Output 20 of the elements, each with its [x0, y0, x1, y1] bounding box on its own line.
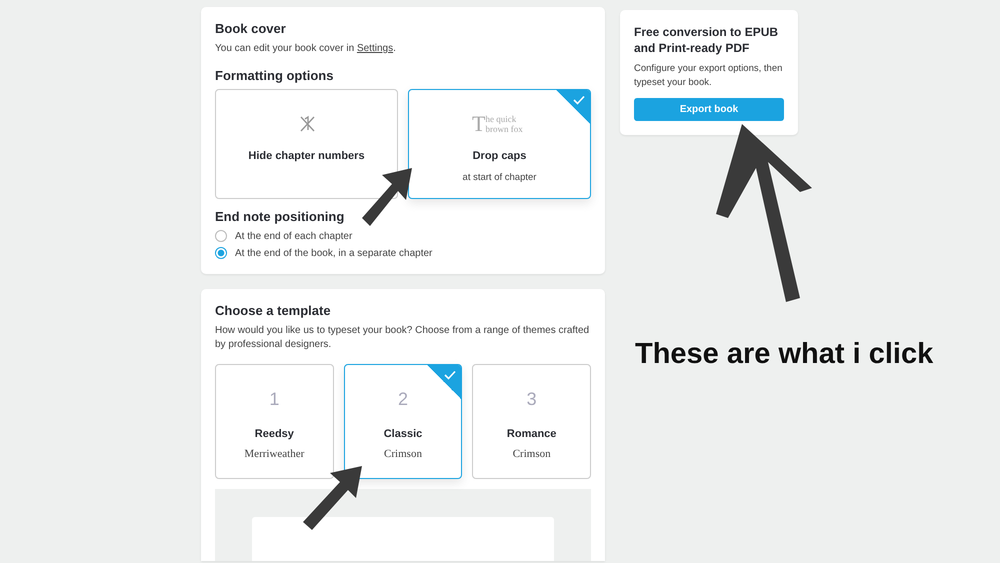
description-text: You can edit your book cover in Settings. — [215, 42, 397, 56]
section-title: End note positioning — [215, 209, 346, 224]
section-title: Book cover — [215, 21, 287, 36]
section-title: Formatting options — [215, 68, 334, 83]
export-title: Free conversion to EPUB and Print-ready PDF — [634, 24, 780, 56]
export-description: Configure your export options, then typeset your book. — [634, 62, 784, 90]
template-card[interactable]: 3 Romance Crimson — [472, 364, 592, 479]
template-card[interactable]: 1 Reedsy Merriweather — [215, 364, 334, 479]
radio-label: At the end of each chapter — [235, 230, 352, 242]
arrow-drawing — [303, 466, 362, 530]
template-card[interactable]: 2 Classic Crimson — [344, 364, 462, 479]
section-title: Choose a template — [215, 303, 332, 318]
option-card[interactable]: Hide chapter numbers — [215, 89, 398, 199]
annotation-text: These are what i click — [635, 337, 934, 372]
radio-button[interactable] — [215, 230, 227, 242]
settings-link[interactable]: Settings — [356, 43, 394, 54]
arrow-drawing — [362, 168, 412, 226]
radio-label: At the end of the book, in a separate chapter — [235, 248, 432, 258]
radio-button[interactable] — [215, 247, 227, 259]
description-text: How would you like us to typeset your book? Choose from a range of themes crafted by professional designers. — [215, 324, 590, 352]
